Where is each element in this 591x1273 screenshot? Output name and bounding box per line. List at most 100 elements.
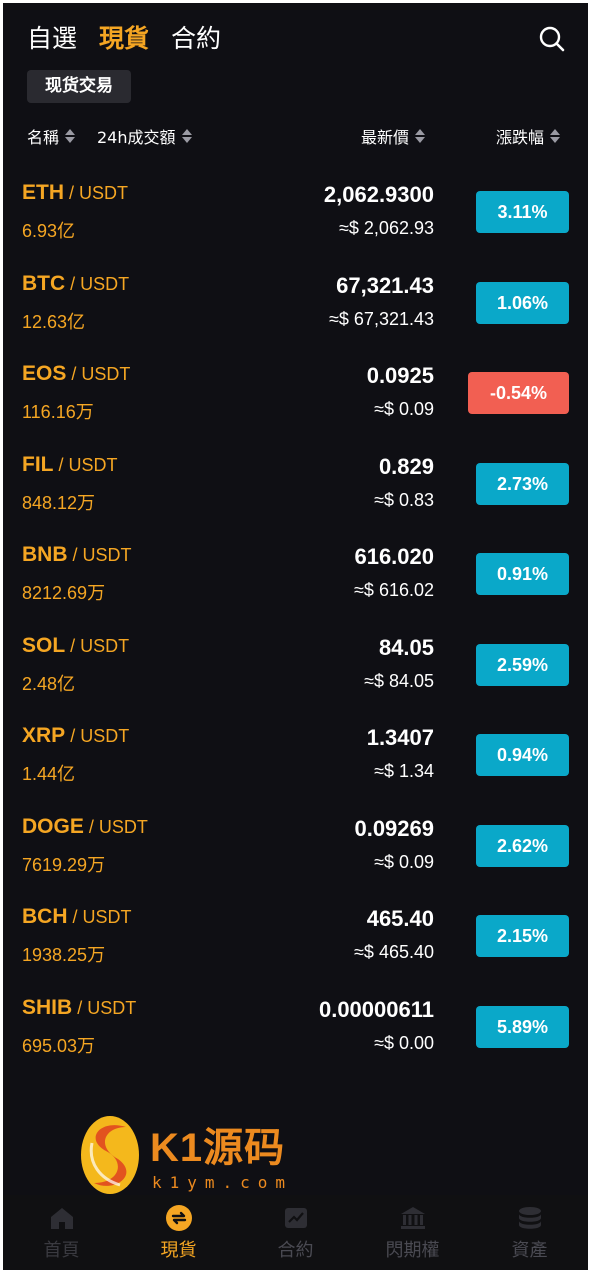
market-row[interactable]: BCH / USDT 1938.25万 465.40 ≈$ 465.40 2.15… xyxy=(3,893,588,984)
pair: EOS / USDT xyxy=(22,362,130,386)
last-price: 0.00000611 xyxy=(318,996,434,1022)
home-icon xyxy=(50,1207,73,1229)
market-row[interactable]: FIL / USDT 848.12万 0.829 ≈$ 0.83 2.73% xyxy=(3,441,588,532)
nav-label: 現貨 xyxy=(160,1239,197,1261)
nav-label: 資產 xyxy=(511,1239,548,1261)
change-badge: 3.11% xyxy=(476,191,569,233)
usd-price: ≈$ 0.83 xyxy=(374,489,434,510)
logo-brand: K1源码 xyxy=(150,1126,286,1170)
sort-icon xyxy=(181,128,192,144)
tab-favorites[interactable]: 自選 xyxy=(27,23,77,55)
usd-price: ≈$ 0.09 xyxy=(374,399,434,419)
nav-label: 合約 xyxy=(277,1239,314,1261)
market-row[interactable]: EOS / USDT 116.16万 0.0925 ≈$ 0.09 -0.54% xyxy=(3,350,588,441)
bank-icon xyxy=(400,1206,425,1229)
market-row[interactable]: BNB / USDT 8212.69万 616.020 ≈$ 616.02 0.9… xyxy=(3,531,588,622)
base-symbol: DOGE xyxy=(22,814,84,838)
tab-contract[interactable]: 合約 xyxy=(171,23,221,55)
top-tabs: 自選 現貨 合約 xyxy=(27,23,221,55)
quote-symbol: / USDT xyxy=(72,907,132,927)
header-volume[interactable]: 24h成交額 xyxy=(97,123,192,149)
usd-price: ≈$ 465.40 xyxy=(354,942,434,962)
sort-icon xyxy=(415,128,426,144)
header-price-label: 最新價 xyxy=(361,128,410,147)
volume: 8212.69万 xyxy=(22,583,106,603)
sub-tab-spot-trading[interactable]: 现货交易 xyxy=(27,70,131,103)
usd-price: ≈$ 1.34 xyxy=(374,761,434,781)
header-price[interactable]: 最新價 xyxy=(361,123,426,149)
nav-label: 閃期權 xyxy=(385,1239,440,1261)
nav-home[interactable]: 首頁 xyxy=(7,1204,117,1262)
nav-contract[interactable]: 合約 xyxy=(241,1204,351,1262)
change-badge: 2.59% xyxy=(476,643,569,686)
usd-price: ≈$ 2,062.93 xyxy=(339,218,434,238)
app-frame: 自選 現貨 合約 现货交易 名稱 24h成交額 最新價 漲跌幅 ETH / USD… xyxy=(3,3,588,1270)
base-symbol: XRP xyxy=(22,724,66,747)
nav-spot[interactable]: 現貨 xyxy=(124,1204,234,1262)
pair: BCH / USDT xyxy=(22,905,132,929)
change-badge: 0.94% xyxy=(476,734,569,776)
market-row[interactable]: SOL / USDT 2.48亿 84.05 ≈$ 84.05 2.59% xyxy=(3,622,588,713)
market-row[interactable]: SHIB / USDT 695.03万 0.00000611 ≈$ 0.00 5.… xyxy=(3,984,588,1075)
watermark-logo: K1源码 k1ym.com xyxy=(80,1113,300,1198)
logo-url: k1ym.com xyxy=(152,1173,294,1192)
header-change-label: 漲跌幅 xyxy=(496,128,545,147)
pair: XRP / USDT xyxy=(22,724,129,748)
header-name-label: 名稱 xyxy=(27,128,60,147)
bottom-nav: 首頁 現貨 合約 閃期權 資產 xyxy=(3,1195,588,1270)
search-icon[interactable] xyxy=(538,25,566,53)
base-symbol: FIL xyxy=(22,452,54,476)
pair: BTC / USDT xyxy=(22,272,129,296)
header-change[interactable]: 漲跌幅 xyxy=(496,123,561,149)
base-symbol: BTC xyxy=(22,271,66,295)
market-list: ETH / USDT 6.93亿 2,062.9300 ≈$ 2,062.93 3… xyxy=(3,169,588,1074)
header-name[interactable]: 名稱 xyxy=(27,123,76,149)
pair: FIL / USDT xyxy=(22,453,118,477)
pair: SHIB / USDT xyxy=(22,996,136,1020)
quote-symbol: / USDT xyxy=(77,997,137,1018)
last-price: 616.020 xyxy=(354,544,434,569)
sort-icon xyxy=(65,128,76,144)
base-symbol: BNB xyxy=(22,543,68,566)
usd-price: ≈$ 67,321.43 xyxy=(329,308,434,329)
base-symbol: BCH xyxy=(22,905,68,928)
usd-price: ≈$ 616.02 xyxy=(354,580,434,600)
volume: 1938.25万 xyxy=(22,945,106,965)
chart-icon xyxy=(284,1207,307,1228)
quote-symbol: / USDT xyxy=(70,273,130,294)
sort-icon xyxy=(550,128,561,144)
volume: 116.16万 xyxy=(22,402,94,422)
nav-assets[interactable]: 資產 xyxy=(475,1204,585,1262)
pair: BNB / USDT xyxy=(22,543,132,567)
last-price: 84.05 xyxy=(378,634,434,660)
usd-price: ≈$ 0.09 xyxy=(374,851,434,872)
quote-symbol: / USDT xyxy=(58,454,118,475)
base-symbol: ETH xyxy=(22,181,64,204)
change-badge: 2.15% xyxy=(476,915,569,957)
quote-symbol: / USDT xyxy=(69,183,129,203)
volume: 12.63亿 xyxy=(22,311,86,332)
volume: 695.03万 xyxy=(22,1035,96,1056)
volume: 7619.29万 xyxy=(22,854,106,875)
usd-price: ≈$ 0.00 xyxy=(374,1032,434,1053)
last-price: 2,062.9300 xyxy=(323,182,434,207)
exchange-icon xyxy=(165,1204,192,1231)
quote-symbol: / USDT xyxy=(70,635,130,656)
tab-spot[interactable]: 現貨 xyxy=(99,23,149,55)
last-price: 67,321.43 xyxy=(336,272,434,298)
pair: SOL / USDT xyxy=(22,634,129,658)
usd-price: ≈$ 84.05 xyxy=(364,670,434,691)
market-row[interactable]: XRP / USDT 1.44亿 1.3407 ≈$ 1.34 0.94% xyxy=(3,712,588,803)
market-row[interactable]: ETH / USDT 6.93亿 2,062.9300 ≈$ 2,062.93 3… xyxy=(3,169,588,260)
volume: 6.93亿 xyxy=(22,221,76,241)
base-symbol: SOL xyxy=(22,633,66,657)
coins-icon xyxy=(518,1206,541,1229)
base-symbol: SHIB xyxy=(22,995,73,1019)
market-row[interactable]: DOGE / USDT 7619.29万 0.09269 ≈$ 0.09 2.62… xyxy=(3,803,588,894)
nav-options[interactable]: 閃期權 xyxy=(358,1204,468,1262)
change-badge: 2.62% xyxy=(476,824,569,867)
last-price: 1.3407 xyxy=(366,725,434,750)
last-price: 0.0925 xyxy=(366,363,434,388)
change-badge: -0.54% xyxy=(468,372,569,414)
market-row[interactable]: BTC / USDT 12.63亿 67,321.43 ≈$ 67,321.43 … xyxy=(3,260,588,351)
